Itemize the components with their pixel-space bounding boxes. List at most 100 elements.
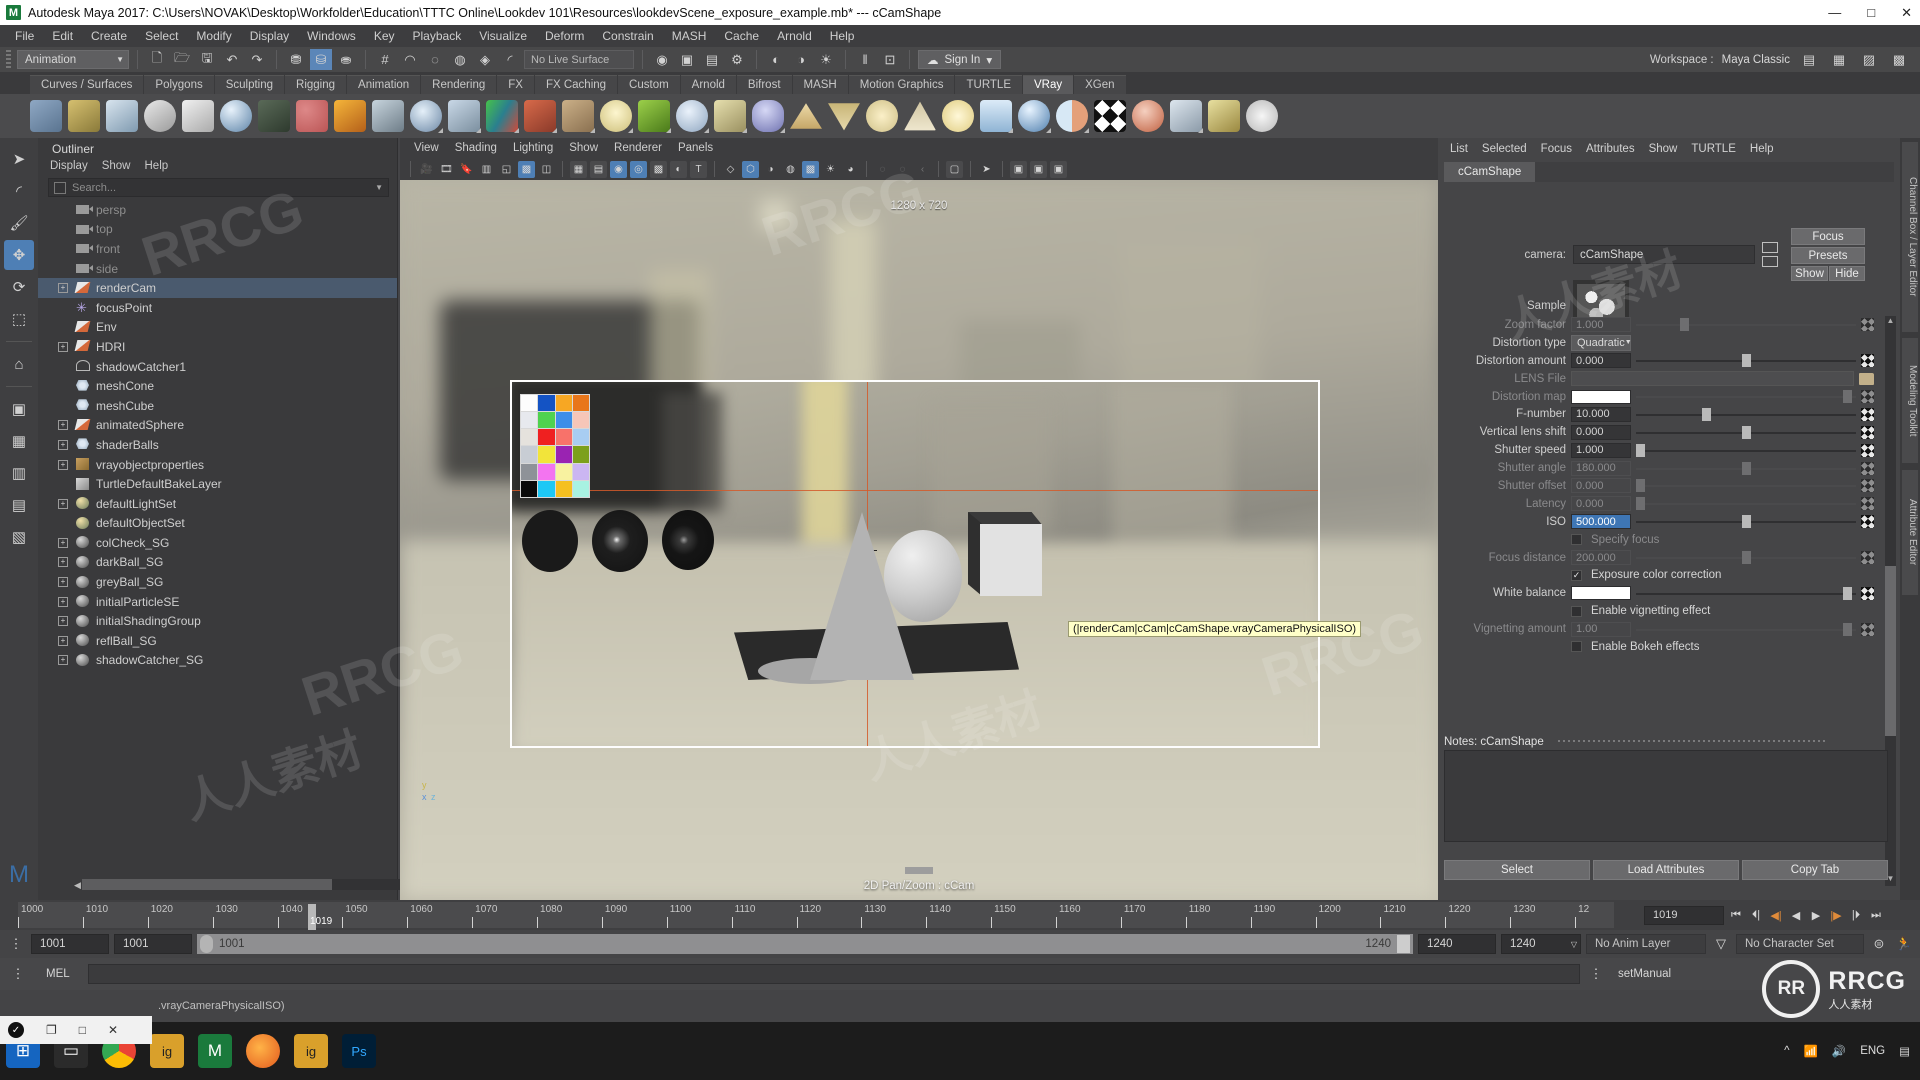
ae-button-load-attributes[interactable]: Load Attributes [1593,860,1739,880]
map-button-latency[interactable] [1861,497,1874,510]
tab-channel-box-layer-editor[interactable]: Channel Box / Layer Editor [1902,142,1918,332]
shelf-tab-turtle[interactable]: TURTLE [955,75,1022,94]
menu-item-help[interactable]: Help [821,27,864,45]
color-swatch-white-balance[interactable] [1571,586,1631,600]
redo-view-icon[interactable]: ◌ [894,161,911,178]
step-forward-frame-icon[interactable]: |▶ [1828,906,1844,924]
time-slider[interactable]: 1000101010201030104010501060107010801090… [0,900,1640,930]
vray-cone-sphere-icon[interactable] [448,100,480,132]
value-field-latency[interactable]: 0.000 [1571,496,1631,511]
vray-list-icon[interactable] [106,100,138,132]
map-button-shutter-angle[interactable] [1861,462,1874,475]
select-camera-icon[interactable]: 🎥 [418,161,435,178]
color-swatch-distortion-map[interactable] [1571,390,1631,404]
menu-item-select[interactable]: Select [136,27,187,45]
show-button[interactable]: Show [1791,266,1828,281]
vray-proxy-icon[interactable] [372,100,404,132]
lasso-tool-icon[interactable]: ◜ [4,176,34,206]
motion-blur-icon[interactable]: ◇ [722,161,739,178]
play-backwards-icon[interactable]: ◀ [1788,906,1804,924]
expand-toggle-icon[interactable]: + [58,636,68,646]
viewport-resize-handle[interactable] [905,867,933,874]
shadows-icon[interactable]: ◐ [670,161,687,178]
slider-f-number[interactable] [1636,407,1856,422]
command-input[interactable] [88,964,1580,984]
vray-sphere-shader-icon[interactable] [1018,100,1050,132]
slider-distortion-amount[interactable] [1636,353,1856,368]
tray-expand-icon[interactable]: ^ [1784,1045,1789,1057]
outliner-item-greyball-sg[interactable]: +greyBall_SG [38,572,397,592]
image-plane-icon[interactable]: ▥ [478,161,495,178]
vray-notes-icon[interactable] [182,100,214,132]
character-set-field[interactable]: No Character Set [1736,934,1864,954]
layout-1-icon[interactable]: ▦ [1828,49,1850,70]
slider-distortion-map[interactable] [1636,389,1856,404]
scale-tool-icon[interactable]: ⬚ [4,304,34,334]
snap-to-point-icon[interactable]: ◌ [424,49,446,70]
step-back-key-icon[interactable]: ⏴| [1748,906,1764,924]
light-editor-icon[interactable]: ☀ [815,49,837,70]
network-icon[interactable]: 📶 [1804,1044,1818,1058]
photoshop-icon[interactable]: Ps [342,1034,376,1068]
command-line-grip[interactable]: ⋮ [8,964,28,984]
range-start-field[interactable]: 1001 [114,934,192,954]
save-scene-icon[interactable]: 🖫 [196,49,218,70]
outliner-item-animatedsphere[interactable]: +animatedSphere [38,416,397,436]
chevron-down-icon[interactable]: ▼ [375,183,383,192]
menu-item-playback[interactable]: Playback [404,27,471,45]
panel-copy-icon[interactable]: ▣ [1010,161,1027,178]
map-button-focus-distance[interactable] [1861,551,1874,564]
slider-focus-distance[interactable] [1636,550,1856,565]
go-to-end-icon[interactable]: ⏭ [1868,906,1884,924]
shelf-tab-curves-surfaces[interactable]: Curves / Surfaces [30,75,143,94]
layout-2-icon[interactable]: ▨ [1858,49,1880,70]
snap-to-curve-icon[interactable]: ◠ [399,49,421,70]
panel-tear-icon[interactable]: ▣ [1030,161,1047,178]
copy-icon[interactable]: ❐ [46,1023,57,1037]
input-connection-icon[interactable] [1762,242,1778,253]
minimize-button[interactable]: — [1824,5,1845,20]
maximize-popup-icon[interactable]: □ [79,1023,86,1037]
workspace-value[interactable]: Maya Classic [1722,54,1790,66]
range-end-field[interactable]: 1240 [1418,934,1496,954]
menu-item-display[interactable]: Display [241,27,298,45]
vray-plane-icon[interactable] [410,100,442,132]
check-icon[interactable]: ✓ [8,1022,24,1038]
make-live-icon[interactable]: ◜ [499,49,521,70]
outliner-menu-show[interactable]: Show [102,160,131,172]
app-icon-ig[interactable]: ig [150,1034,184,1068]
time-slider-track[interactable]: 1000101010201030104010501060107010801090… [18,902,1614,928]
value-field-shutter-offset[interactable]: 0.000 [1571,478,1631,493]
last-tool-icon[interactable]: ⌂ [4,349,34,379]
vray-fur-icon[interactable] [524,100,556,132]
shelf-tab-xgen[interactable]: XGen [1074,75,1125,94]
close-popup-icon[interactable]: ✕ [108,1023,118,1037]
menu-item-arnold[interactable]: Arnold [768,27,821,45]
snap-to-projected-center-icon[interactable]: ◍ [449,49,471,70]
slider-shutter-angle[interactable] [1636,461,1856,476]
menu-item-visualize[interactable]: Visualize [470,27,536,45]
lighting-icon[interactable]: ☀ [822,161,839,178]
speaker-icon[interactable]: 🔊 [1832,1044,1846,1058]
snap-to-view-plane-icon[interactable]: ◈ [474,49,496,70]
vray-sun-icon[interactable] [942,100,974,132]
pause-icon[interactable]: ‖ [854,49,876,70]
expand-toggle-icon[interactable]: + [58,655,68,665]
outliner-item-hdri[interactable]: +HDRI [38,337,397,357]
current-frame-field[interactable]: 1019 [1644,906,1724,925]
app-icon-ig2[interactable]: ig [294,1034,328,1068]
value-field-distortion-amount[interactable]: 0.000 [1571,353,1631,368]
start-time-field[interactable]: 1001 [31,934,109,954]
slider-shutter-offset[interactable] [1636,478,1856,493]
outliner-item-side[interactable]: side [38,259,397,279]
outliner-list[interactable]: persptopfrontside+renderCam✳focusPointEn… [38,200,397,670]
outliner-item-turtledefaultbakelayer[interactable]: TurtleDefaultBakeLayer [38,474,397,494]
outliner-item-focuspoint[interactable]: ✳focusPoint [38,298,397,318]
range-grip-icon[interactable]: ⋮ [6,934,26,954]
render-view-icon[interactable]: ◉ [651,49,673,70]
maximize-button[interactable]: □ [1863,5,1879,20]
shelf-tab-vray[interactable]: VRay [1023,75,1073,94]
xray-icon[interactable]: ◍ [782,161,799,178]
slider-iso[interactable] [1636,514,1856,529]
expand-toggle-icon[interactable]: + [58,460,68,470]
